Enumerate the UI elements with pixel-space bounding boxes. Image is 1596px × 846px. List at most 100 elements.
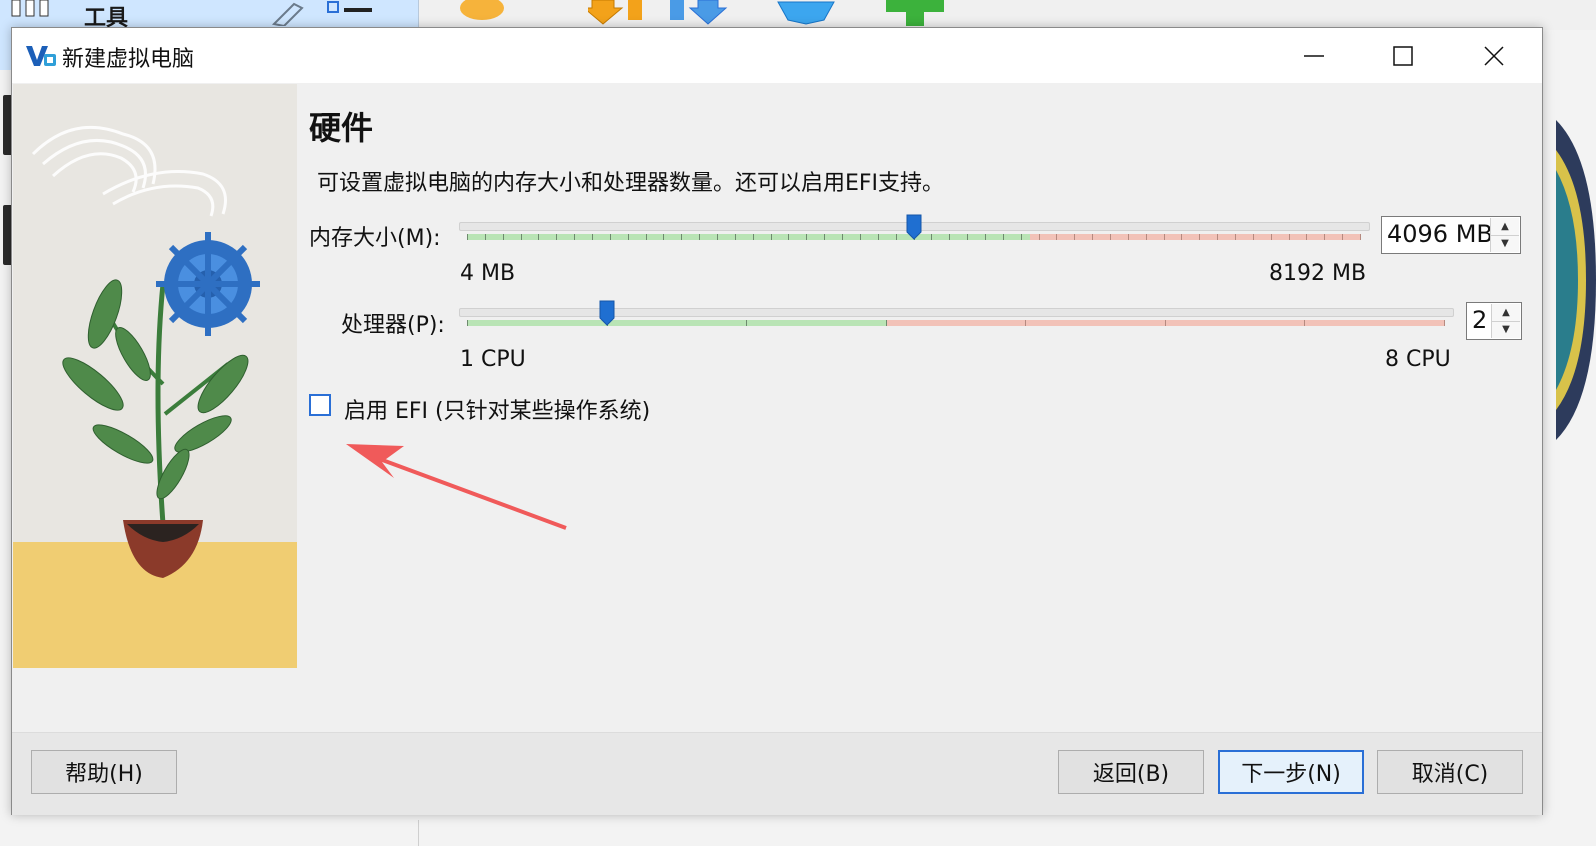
page-heading: 硬件 <box>309 109 374 147</box>
slider-tick <box>770 234 772 240</box>
slider-tick <box>1270 234 1272 240</box>
slider-tick <box>1444 320 1445 326</box>
slider-tick <box>1025 320 1027 326</box>
slider-safe-range <box>467 234 1030 240</box>
help-button[interactable]: 帮助(H) <box>31 750 177 794</box>
minimize-button[interactable] <box>1270 28 1358 83</box>
slider-tick <box>574 234 576 240</box>
cancel-button[interactable]: 取消(C) <box>1377 750 1523 794</box>
slider-tick <box>699 234 701 240</box>
spin-down-icon[interactable]: ▼ <box>1491 235 1519 252</box>
list-menu-icon <box>327 1 372 13</box>
slider-tick <box>877 234 879 240</box>
slider-tick <box>1074 234 1076 240</box>
slider-tick <box>885 320 887 326</box>
slider-tick <box>1342 234 1344 240</box>
slider-tick <box>1306 234 1308 240</box>
spin-down-icon[interactable]: ▼ <box>1492 321 1520 338</box>
slider-thumb-icon[interactable] <box>599 300 615 326</box>
slider-tick <box>734 234 736 240</box>
back-button[interactable]: 返回(B) <box>1058 750 1204 794</box>
slider-tick <box>663 234 665 240</box>
pin-icon <box>271 2 304 26</box>
slider-safe-range <box>467 320 888 326</box>
dialog-footer: 帮助(H) 返回(B) 下一步(N) 取消(C) <box>12 732 1542 815</box>
close-icon <box>1484 45 1504 66</box>
slider-tick <box>806 234 808 240</box>
slider-tick <box>1020 234 1022 240</box>
processor-slider[interactable] <box>459 300 1454 340</box>
efi-checkbox[interactable] <box>309 394 331 416</box>
slider-tick <box>556 234 558 240</box>
slider-tick <box>842 234 844 240</box>
add-icon <box>886 0 944 26</box>
slider-thumb-icon[interactable] <box>906 214 922 240</box>
background-decoration <box>1556 120 1596 440</box>
next-button[interactable]: 下一步(N) <box>1218 750 1364 794</box>
slider-tick <box>1163 234 1165 240</box>
slider-tick <box>931 234 933 240</box>
slider-tick <box>1092 234 1094 240</box>
star-icon <box>777 1 835 25</box>
slider-tick <box>1360 234 1361 240</box>
slider-tick <box>502 234 504 240</box>
processor-value[interactable]: 2 <box>1472 306 1487 334</box>
slider-tick <box>717 234 719 240</box>
slider-tick <box>592 234 594 240</box>
page-description: 可设置虚拟电脑的内存大小和处理器数量。还可以启用EFI支持。 <box>317 171 945 196</box>
memory-spinbox[interactable]: 4096 MB ▲ ▼ <box>1381 216 1521 254</box>
slider-tick <box>1324 234 1326 240</box>
slider-tick <box>681 234 683 240</box>
slider-tick <box>1181 234 1183 240</box>
slider-tick <box>1109 234 1111 240</box>
arrow-annotation-icon <box>346 444 567 530</box>
slider-tick <box>1127 234 1129 240</box>
processor-spinbox[interactable]: 2 ▲ ▼ <box>1466 302 1522 340</box>
slider-tick <box>788 234 790 240</box>
slider-tick <box>949 234 951 240</box>
processor-max-label: 8 CPU <box>1385 347 1451 372</box>
slider-tick <box>1038 234 1040 240</box>
new-vm-dialog: 新建虚拟电脑 硬件 可设置虚拟电脑的内存大小和处理器数量。还可以启用EFI支持。… <box>11 27 1543 815</box>
slider-tick <box>752 234 754 240</box>
slider-tick <box>1002 234 1004 240</box>
slider-tick <box>467 234 468 240</box>
memory-value[interactable]: 4096 MB <box>1387 220 1493 248</box>
efi-checkbox-label[interactable]: 启用 EFI (只针对某些操作系统) <box>344 393 650 425</box>
spin-up-icon[interactable]: ▲ <box>1492 304 1520 322</box>
app-logo-icon <box>26 46 56 66</box>
export-icon <box>670 0 728 25</box>
slider-tick <box>1252 234 1254 240</box>
memory-label: 内存大小(M): <box>309 226 441 251</box>
settings-icon <box>460 0 504 20</box>
close-button[interactable] <box>1450 28 1538 83</box>
memory-slider[interactable] <box>459 214 1370 254</box>
slider-tick <box>538 234 540 240</box>
tools-icon <box>11 0 49 17</box>
wizard-illustration <box>13 84 297 668</box>
desktop: 工具 新建虚拟电脑 硬件 可设置虚拟电脑的内存大小和处理器数量。还可以启用EFI… <box>0 0 1596 846</box>
slider-tick <box>746 320 748 326</box>
slider-tick <box>1217 234 1219 240</box>
memory-min-label: 4 MB <box>460 261 516 286</box>
spin-up-icon[interactable]: ▲ <box>1491 218 1519 236</box>
slider-tick <box>1288 234 1290 240</box>
maximize-icon <box>1393 45 1413 66</box>
slider-tick <box>1145 234 1147 240</box>
slider-tick <box>627 234 629 240</box>
background-divider <box>418 820 419 846</box>
dialog-titlebar[interactable]: 新建虚拟电脑 <box>12 28 1542 83</box>
slider-tick <box>645 234 647 240</box>
slider-tick <box>967 234 969 240</box>
import-icon <box>588 0 642 25</box>
processor-min-label: 1 CPU <box>460 347 526 372</box>
slider-tick <box>484 234 486 240</box>
slider-tick <box>520 234 522 240</box>
slider-tick <box>1164 320 1166 326</box>
slider-unsafe-range <box>1029 234 1360 240</box>
minimize-icon <box>1304 54 1324 57</box>
slider-tick <box>859 234 861 240</box>
maximize-button[interactable] <box>1359 28 1447 83</box>
memory-max-label: 8192 MB <box>1269 261 1367 286</box>
slider-tick <box>984 234 986 240</box>
